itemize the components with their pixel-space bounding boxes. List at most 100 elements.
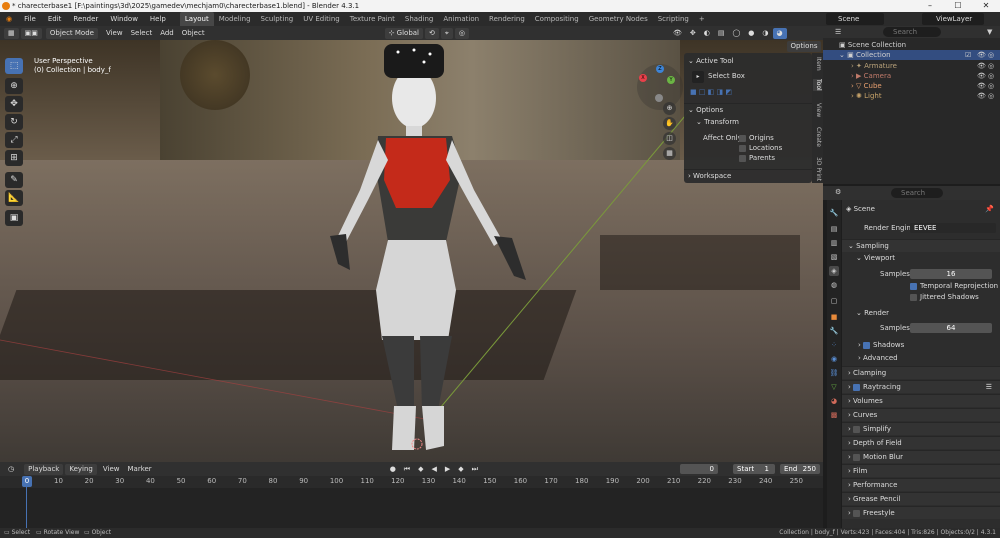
viewport-menu-add[interactable]: Add [156, 28, 178, 39]
xray-icon[interactable]: ▤ [714, 28, 729, 39]
raytracing-panel-header[interactable]: › Raytracing ☰ [842, 380, 1000, 393]
shadows-subpanel-header[interactable]: › Shadows [842, 339, 1000, 352]
list-icon[interactable]: ☰ [986, 381, 992, 394]
render-tab-icon[interactable]: ▤ [829, 224, 839, 234]
physics-tab-icon[interactable]: ◉ [829, 354, 839, 364]
playback-menu[interactable]: Playback [24, 463, 64, 475]
output-tab-icon[interactable]: ▥ [829, 238, 839, 248]
options-header[interactable]: ⌄ Options [684, 103, 812, 115]
tab-create[interactable]: Create [813, 127, 822, 147]
frame-cursor[interactable]: 0 [22, 476, 32, 487]
tab-tool[interactable]: Tool [813, 79, 822, 91]
film-panel-header[interactable]: › Film [842, 464, 1000, 477]
texture-tab-icon[interactable]: ▩ [829, 410, 839, 420]
tab-3d-print[interactable]: 3D Print [813, 157, 822, 181]
outliner-collection[interactable]: ⌄ ▣ Collection ☑ 👁 ◎ [823, 50, 1000, 60]
minimize-icon[interactable]: – [916, 0, 944, 12]
jump-start-icon[interactable]: ⏮ [400, 464, 414, 475]
navigation-gizmo[interactable]: Z X Y [637, 64, 683, 110]
render-subpanel-header[interactable]: ⌄ Render [842, 307, 1000, 320]
tab-sculpting[interactable]: Sculpting [256, 12, 299, 26]
curves-panel-header[interactable]: › Curves [842, 408, 1000, 421]
select-box-tool-icon[interactable]: ⬚ [5, 58, 23, 74]
outliner-item-cube[interactable]: › ▽ Cube 👁 ◎ [823, 81, 1000, 91]
scale-tool-icon[interactable]: ⤢ [5, 132, 23, 148]
menu-file[interactable]: File [18, 12, 42, 26]
transform-tool-icon[interactable]: ⊞ [5, 150, 23, 166]
render-engine-dropdown[interactable]: EEVEE [910, 223, 996, 233]
timeline-editor-icon[interactable]: ◷ [4, 464, 18, 475]
collection-tab-icon[interactable]: ▢ [829, 296, 839, 306]
render-samples-field[interactable]: 64 [910, 323, 992, 333]
pivot-icon[interactable]: ⟲ [425, 27, 439, 39]
select-box-icon[interactable]: ▸ [692, 71, 704, 83]
camera-view-icon[interactable]: ◫ [663, 132, 676, 145]
menu-edit[interactable]: Edit [42, 12, 68, 26]
viewport-samples-field[interactable]: 16 [910, 269, 992, 279]
data-tab-icon[interactable]: ▽ [829, 382, 839, 392]
active-tool-header[interactable]: ⌄ Active Tool [684, 55, 812, 67]
properties-editor-icon[interactable]: ⚙ [835, 188, 841, 196]
jump-end-icon[interactable]: ⏭ [468, 464, 482, 475]
eye-icon[interactable]: 👁 [977, 91, 986, 101]
select-mode-icon[interactable]: ▣▣ [20, 27, 42, 39]
play-icon[interactable]: ▶ [441, 464, 454, 475]
gizmo-x-axis[interactable]: X [639, 74, 647, 82]
camera-render-icon[interactable]: ◎ [988, 50, 994, 60]
tab-compositing[interactable]: Compositing [530, 12, 584, 26]
outliner-item-camera[interactable]: › ▶ Camera 👁 ◎ [823, 71, 1000, 81]
properties-search-input[interactable]: Search [891, 188, 943, 198]
checkbox-checked-icon[interactable] [863, 341, 871, 349]
record-icon[interactable]: ● [386, 464, 400, 475]
tab-modeling[interactable]: Modeling [214, 12, 256, 26]
tab-animation[interactable]: Animation [438, 12, 484, 26]
outliner-item-armature[interactable]: › ✦ Armature 👁 ◎ [823, 61, 1000, 71]
measure-tool-icon[interactable]: 📐 [5, 190, 23, 206]
cursor-tool-icon[interactable]: ⊕ [5, 78, 23, 94]
viewlayer-selector[interactable]: ViewLayer [922, 13, 984, 25]
grease-pencil-panel-header[interactable]: › Grease Pencil [842, 492, 1000, 505]
scene-selector[interactable]: Scene [826, 13, 884, 25]
tab-item[interactable]: Item [813, 57, 822, 71]
eye-icon[interactable]: 👁 [977, 81, 986, 91]
outliner-item-light[interactable]: › ✺ Light 👁 ◎ [823, 91, 1000, 101]
eye-icon[interactable]: 👁 [977, 50, 986, 60]
tool-tab-icon[interactable]: 🔧 [829, 208, 839, 218]
checkbox-checked-icon[interactable] [853, 383, 861, 391]
current-frame-field[interactable]: 0 [680, 464, 718, 474]
move-tool-icon[interactable]: ✥ [5, 96, 23, 112]
visibility-icon[interactable]: 👁 [669, 28, 686, 39]
menu-help[interactable]: Help [144, 12, 172, 26]
camera-render-icon[interactable]: ◎ [988, 81, 994, 91]
material-tab-icon[interactable]: ◕ [829, 396, 839, 406]
shading-material-icon[interactable]: ◑ [758, 28, 772, 39]
zoom-icon[interactable]: ⊕ [663, 102, 676, 115]
check-icon[interactable]: ☑ [965, 50, 971, 60]
outliner-search-input[interactable]: Search [883, 27, 941, 37]
outliner-filter-icon[interactable]: ▼ [987, 28, 992, 36]
tab-scripting[interactable]: Scripting [653, 12, 694, 26]
tab-shading[interactable]: Shading [400, 12, 438, 26]
viewport-menu-select[interactable]: Select [127, 28, 157, 39]
select-mode-buttons[interactable]: ■ □ ◧ ◨ ◩ [684, 86, 812, 98]
motion-blur-panel-header[interactable]: › Motion Blur [842, 450, 1000, 463]
next-key-icon[interactable]: ◆ [454, 464, 467, 475]
viewport-menu-view[interactable]: View [102, 28, 127, 39]
world-tab-icon[interactable]: ◍ [829, 280, 839, 290]
transform-header[interactable]: ⌄ Transform [684, 116, 812, 128]
tab-uv-editing[interactable]: UV Editing [298, 12, 345, 26]
jittered-shadows-checkbox[interactable]: Jittered Shadows [842, 291, 1000, 304]
maximize-icon[interactable]: ☐ [944, 0, 972, 12]
particles-tab-icon[interactable]: ⁘ [829, 340, 839, 350]
start-frame-field[interactable]: Start 1 [733, 464, 775, 474]
outliner-scene-collection[interactable]: ▣ Scene Collection [823, 40, 1000, 50]
end-frame-field[interactable]: End 250 [780, 464, 820, 474]
performance-panel-header[interactable]: › Performance [842, 478, 1000, 491]
clamping-panel-header[interactable]: › Clamping [842, 366, 1000, 379]
play-reverse-icon[interactable]: ◀ [428, 464, 441, 475]
keying-menu[interactable]: Keying [65, 463, 97, 475]
object-tab-icon[interactable]: ■ [829, 312, 839, 322]
constraints-tab-icon[interactable]: ⛓ [829, 368, 839, 378]
menu-render[interactable]: Render [67, 12, 104, 26]
timeline-ruler[interactable]: 10 20 30 40 50 60 70 80 90 100 110 120 130 140 150 160 1… [0, 476, 823, 488]
